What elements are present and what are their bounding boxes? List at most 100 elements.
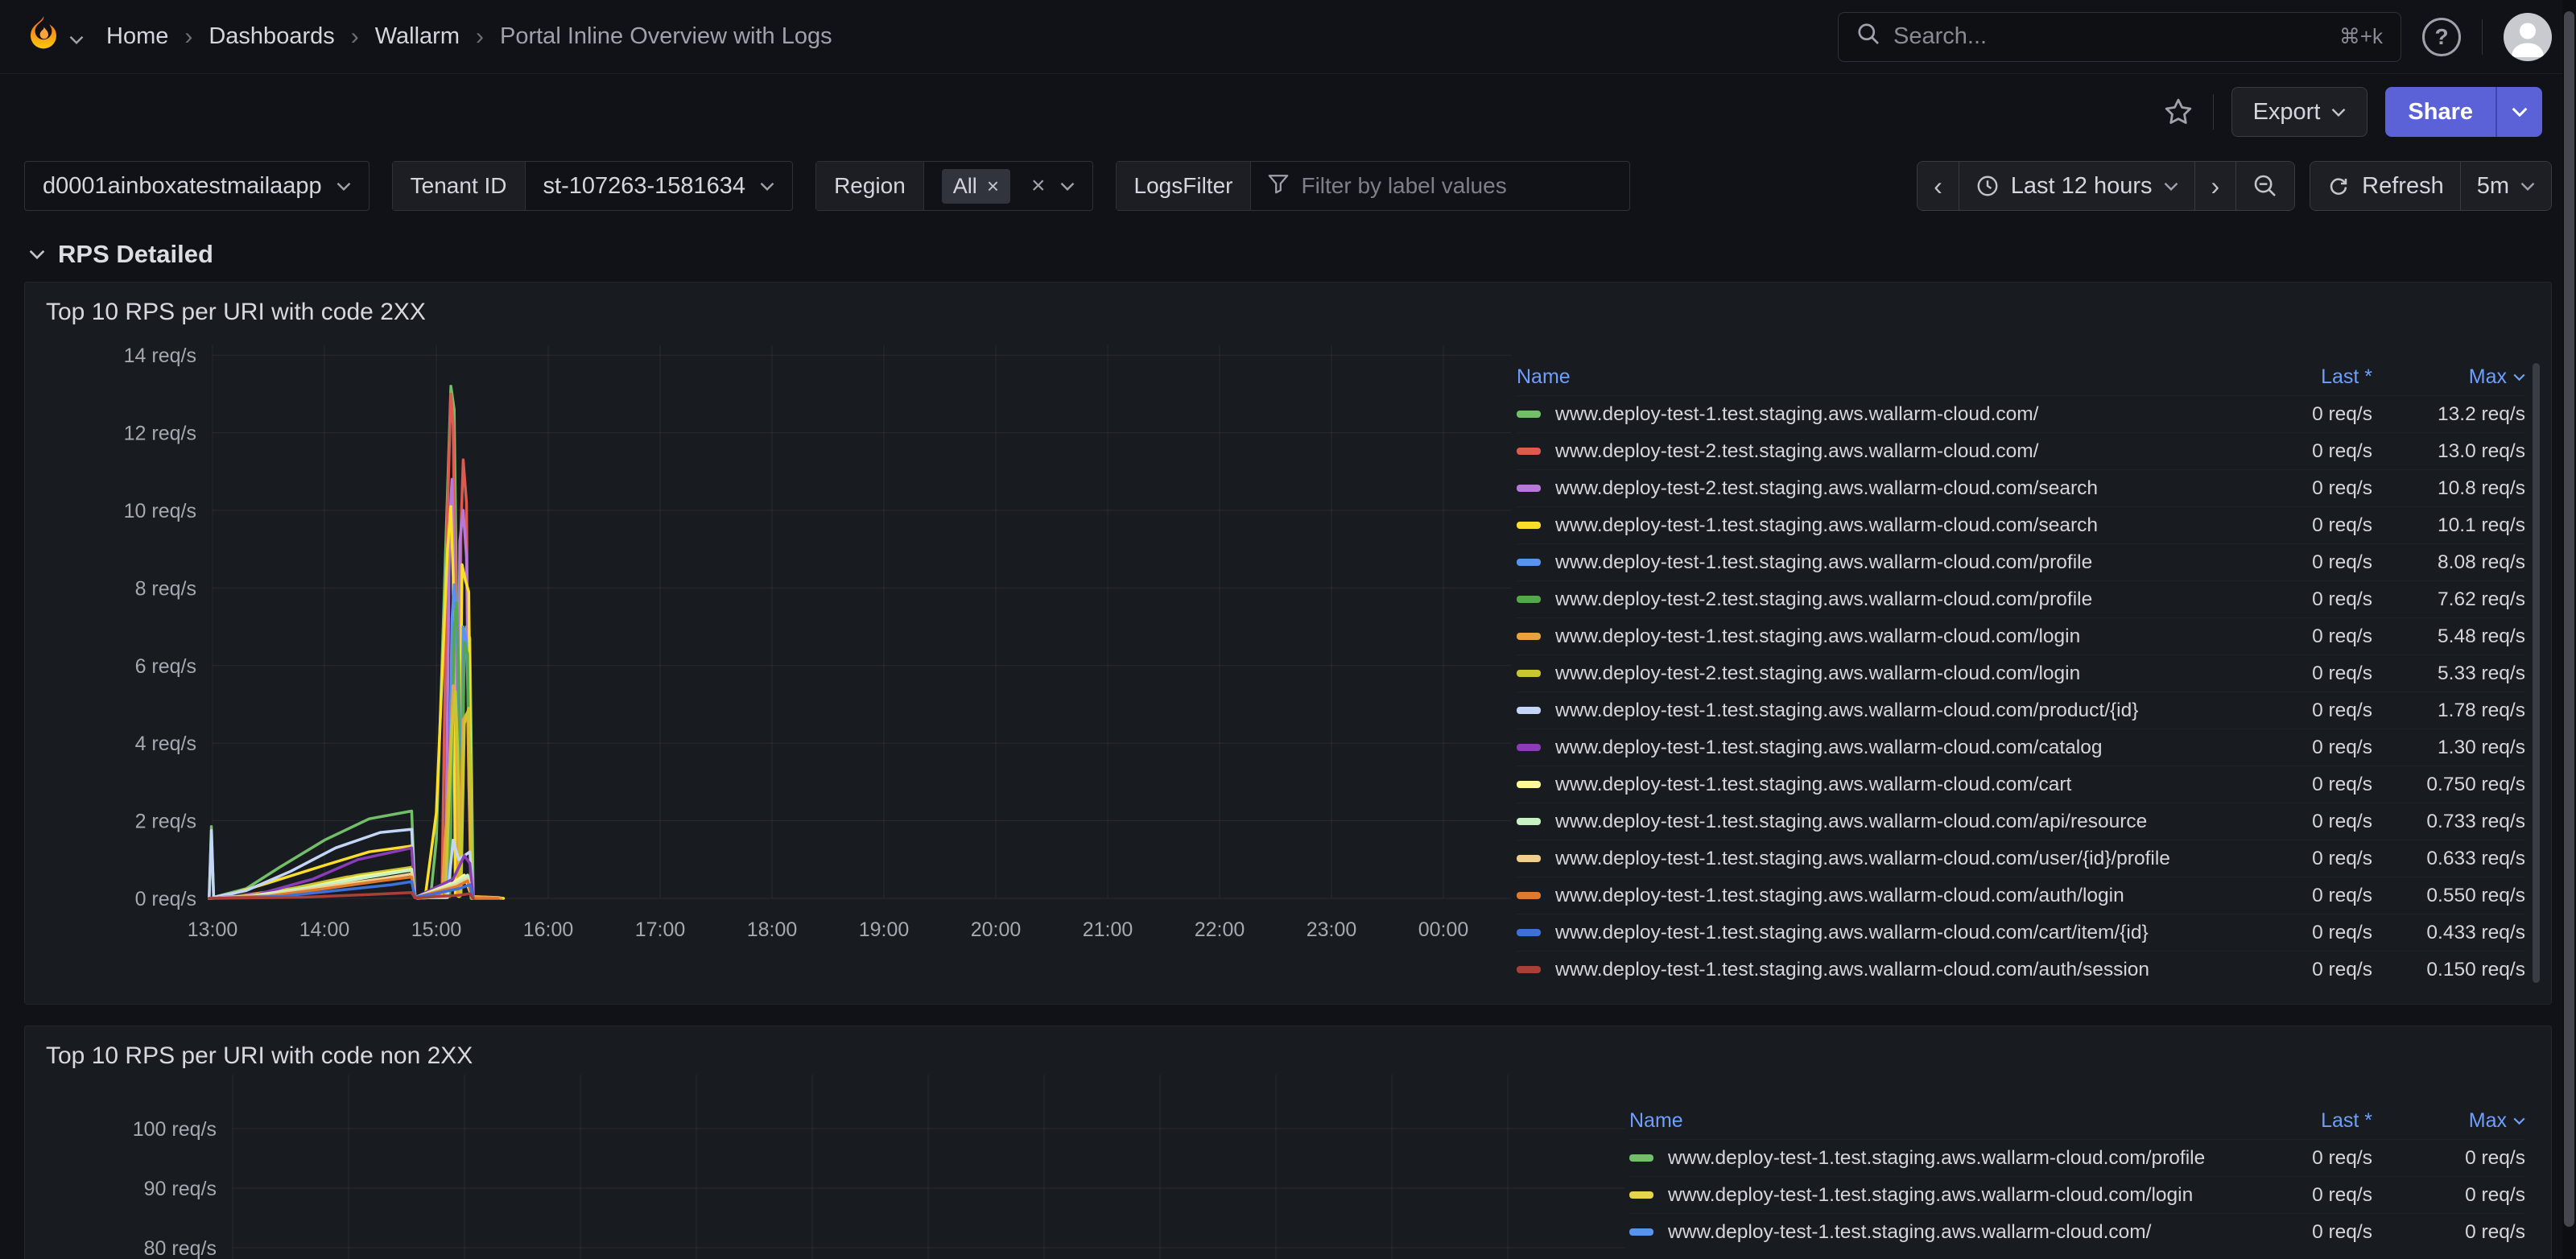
breadcrumb-dashboards[interactable]: Dashboards [208, 23, 334, 50]
help-button[interactable]: ? [2422, 18, 2461, 56]
zoom-out-time-button[interactable] [2236, 162, 2294, 210]
series-color-swatch[interactable] [1517, 559, 1541, 566]
timeseries-chart-non2xx[interactable]: 100 req/s90 req/s80 req/s [31, 1075, 1629, 1259]
series-color-swatch[interactable] [1517, 522, 1541, 529]
legend-col-max[interactable]: Max [2372, 1109, 2525, 1133]
legend-scrollbar[interactable] [2533, 363, 2540, 983]
time-range-picker[interactable]: Last 12 hours [1959, 162, 2195, 210]
region-chip-remove-icon[interactable]: × [987, 174, 999, 199]
refresh-button[interactable]: Refresh [2310, 162, 2461, 210]
series-color-swatch[interactable] [1517, 744, 1541, 751]
series-name[interactable]: www.deploy-test-2.test.staging.aws.walla… [1555, 477, 2244, 500]
legend-row[interactable]: www.deploy-test-1.test.staging.aws.walla… [1517, 543, 2525, 580]
timeseries-chart-2xx[interactable]: 0 req/s2 req/s4 req/s6 req/s8 req/s10 re… [31, 331, 1517, 988]
app-variable-dropdown[interactable]: d0001ainboxatestmailaapp [24, 161, 369, 211]
share-dropdown-button[interactable] [2496, 87, 2542, 137]
series-name[interactable]: www.deploy-test-1.test.staging.aws.walla… [1555, 959, 2244, 981]
legend-row[interactable]: www.deploy-test-1.test.staging.aws.walla… [1517, 766, 2525, 803]
series-color-swatch[interactable] [1629, 1191, 1653, 1199]
series-color-swatch[interactable] [1517, 781, 1541, 788]
series-name[interactable]: www.deploy-test-1.test.staging.aws.walla… [1555, 922, 2244, 944]
legend-row[interactable]: www.deploy-test-1.test.staging.aws.walla… [1629, 1176, 2525, 1213]
user-avatar[interactable] [2504, 13, 2552, 61]
chart-canvas[interactable]: 100 req/s90 req/s80 req/s [31, 1075, 1629, 1259]
series-name[interactable]: www.deploy-test-1.test.staging.aws.walla… [1555, 774, 2244, 796]
series-name[interactable]: www.deploy-test-1.test.staging.aws.walla… [1555, 811, 2244, 833]
series-name[interactable]: www.deploy-test-1.test.staging.aws.walla… [1555, 625, 2244, 648]
legend-row[interactable]: www.deploy-test-1.test.staging.aws.walla… [1517, 877, 2525, 914]
series-name[interactable]: www.deploy-test-1.test.staging.aws.walla… [1555, 700, 2244, 722]
series-name[interactable]: www.deploy-test-1.test.staging.aws.walla… [1668, 1184, 2244, 1207]
refresh-interval-picker[interactable]: 5m [2461, 162, 2551, 210]
chart-canvas[interactable]: 0 req/s2 req/s4 req/s6 req/s8 req/s10 re… [31, 331, 1517, 959]
export-label: Export [2253, 99, 2321, 126]
search-box[interactable]: ⌘+k [1838, 12, 2401, 62]
time-shift-forward-button[interactable]: › [2195, 162, 2237, 210]
breadcrumb-home[interactable]: Home [106, 23, 168, 50]
series-name[interactable]: www.deploy-test-1.test.staging.aws.walla… [1555, 848, 2244, 870]
time-shift-back-button[interactable]: ‹ [1918, 162, 1959, 210]
series-name[interactable]: www.deploy-test-1.test.staging.aws.walla… [1555, 885, 2244, 907]
series-color-swatch[interactable] [1517, 670, 1541, 677]
series-name[interactable]: www.deploy-test-1.test.staging.aws.walla… [1555, 737, 2244, 759]
share-button[interactable]: Share [2385, 87, 2496, 137]
legend-row[interactable]: www.deploy-test-2.test.staging.aws.walla… [1517, 469, 2525, 506]
series-color-swatch[interactable] [1517, 596, 1541, 603]
series-name[interactable]: www.deploy-test-2.test.staging.aws.walla… [1555, 440, 2244, 463]
series-color-swatch[interactable] [1517, 855, 1541, 862]
legend-row[interactable]: www.deploy-test-1.test.staging.aws.walla… [1517, 617, 2525, 654]
series-color-swatch[interactable] [1517, 707, 1541, 714]
legend-row[interactable]: www.deploy-test-1.test.staging.aws.walla… [1517, 506, 2525, 543]
series-name[interactable]: www.deploy-test-1.test.staging.aws.walla… [1555, 514, 2244, 537]
legend-row[interactable]: www.deploy-test-1.test.staging.aws.walla… [1517, 840, 2525, 877]
legend-row[interactable]: www.deploy-test-1.test.staging.aws.walla… [1629, 1213, 2525, 1250]
series-color-swatch[interactable] [1517, 929, 1541, 936]
legend-row[interactable]: www.deploy-test-1.test.staging.aws.walla… [1517, 691, 2525, 729]
legend-col-last[interactable]: Last * [2244, 1109, 2372, 1133]
legend-row[interactable]: www.deploy-test-2.test.staging.aws.walla… [1517, 580, 2525, 617]
scrollbar-thumb[interactable] [2564, 11, 2574, 1227]
legend-row[interactable]: www.deploy-test-2.test.staging.aws.walla… [1517, 654, 2525, 691]
breadcrumb-wallarm[interactable]: Wallarm [375, 23, 460, 50]
legend-row[interactable]: www.deploy-test-2.test.staging.aws.walla… [1517, 432, 2525, 469]
legend-col-last[interactable]: Last * [2244, 365, 2372, 389]
legend-row[interactable]: www.deploy-test-1.test.staging.aws.walla… [1517, 729, 2525, 766]
legend-col-name[interactable]: Name [1629, 1109, 2244, 1133]
legend-row[interactable]: www.deploy-test-1.test.staging.aws.walla… [1517, 951, 2525, 988]
series-name[interactable]: www.deploy-test-2.test.staging.aws.walla… [1555, 588, 2244, 611]
search-input[interactable] [1893, 23, 2326, 50]
legend-row[interactable]: www.deploy-test-1.test.staging.aws.walla… [1517, 395, 2525, 432]
panel-title[interactable]: Top 10 RPS per URI with code 2XX [25, 283, 2551, 331]
logs-filter-input[interactable] [1301, 173, 1613, 199]
series-name[interactable]: www.deploy-test-2.test.staging.aws.walla… [1555, 663, 2244, 685]
series-color-swatch[interactable] [1517, 818, 1541, 825]
series-color-swatch[interactable] [1629, 1228, 1653, 1236]
series-color-swatch[interactable] [1517, 633, 1541, 640]
series-color-swatch[interactable] [1517, 966, 1541, 973]
series-name[interactable]: www.deploy-test-1.test.staging.aws.walla… [1555, 403, 2244, 426]
tenant-id-dropdown[interactable]: Tenant ID st-107263-1581634 [392, 161, 793, 211]
grafana-logo-menu[interactable] [24, 14, 84, 59]
region-clear-icon[interactable]: × [1031, 172, 1046, 200]
series-color-swatch[interactable] [1629, 1154, 1653, 1162]
series-color-swatch[interactable] [1517, 411, 1541, 418]
series-color-swatch[interactable] [1517, 485, 1541, 492]
region-dropdown[interactable]: Region All × × [815, 161, 1092, 211]
series-color-swatch[interactable] [1517, 892, 1541, 899]
legend-row[interactable]: www.deploy-test-1.test.staging.aws.walla… [1517, 914, 2525, 951]
series-max-value: 10.8 req/s [2372, 477, 2525, 500]
series-name[interactable]: www.deploy-test-1.test.staging.aws.walla… [1555, 551, 2244, 574]
series-color-swatch[interactable] [1517, 448, 1541, 455]
legend-row[interactable]: www.deploy-test-1.test.staging.aws.walla… [1629, 1139, 2525, 1176]
dashboard-row-rps-detailed[interactable]: RPS Detailed [0, 219, 2576, 282]
series-name[interactable]: www.deploy-test-1.test.staging.aws.walla… [1668, 1221, 2244, 1244]
legend-col-name[interactable]: Name [1517, 365, 2244, 389]
window-scrollbar[interactable] [2562, 0, 2576, 1259]
export-button[interactable]: Export [2231, 87, 2368, 137]
legend-col-max[interactable]: Max [2372, 365, 2525, 389]
legend-row[interactable]: www.deploy-test-1.test.staging.aws.walla… [1517, 803, 2525, 840]
favorite-star-button[interactable] [2161, 95, 2195, 129]
series-name[interactable]: www.deploy-test-1.test.staging.aws.walla… [1668, 1147, 2244, 1170]
panel-title[interactable]: Top 10 RPS per URI with code non 2XX [25, 1026, 2551, 1075]
region-chip-all[interactable]: All × [942, 169, 1010, 204]
